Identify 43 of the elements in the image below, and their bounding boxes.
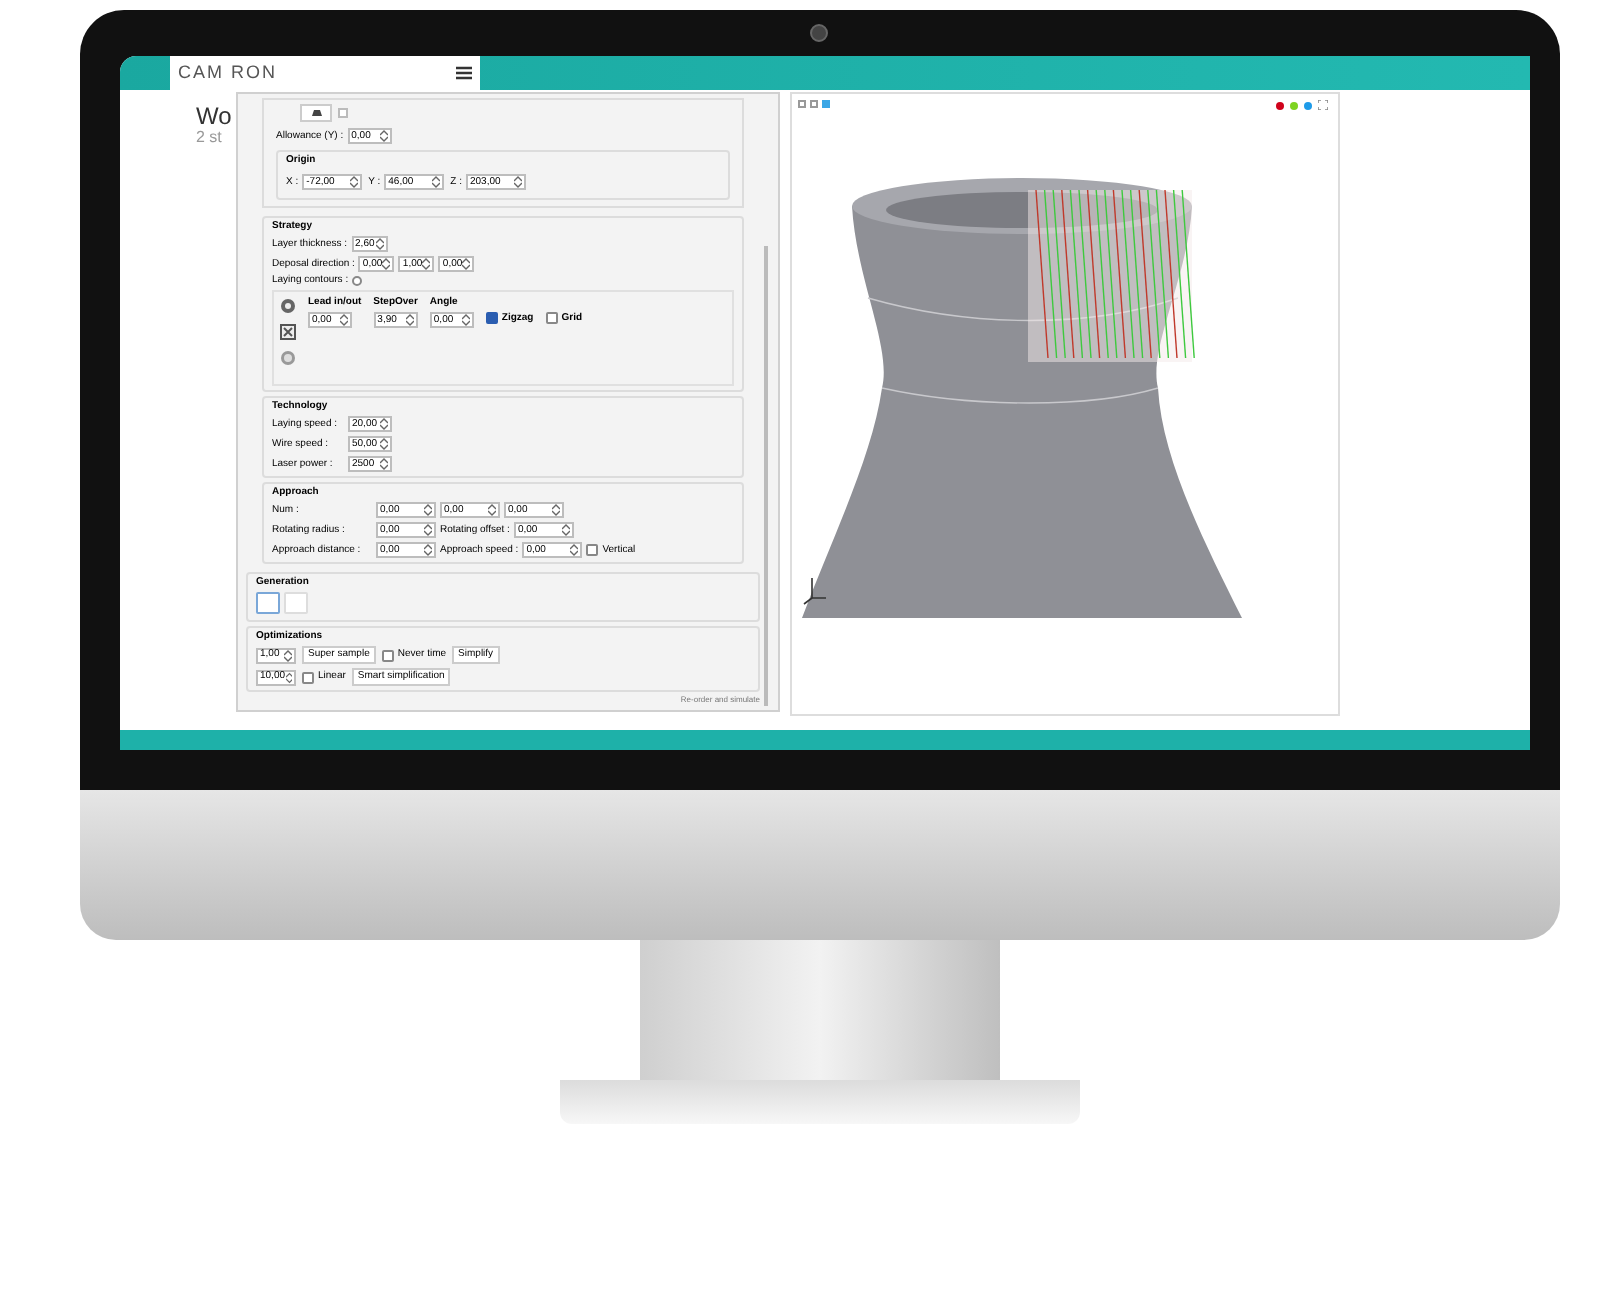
menu-icon[interactable] [456,66,472,80]
spinner-icon[interactable] [461,314,470,326]
checkbox[interactable] [545,312,558,324]
checkbox[interactable] [485,312,498,324]
view-button[interactable] [798,100,806,108]
spinner-icon[interactable] [405,314,414,326]
camera-icon [810,24,828,42]
spinner-icon[interactable] [380,418,388,430]
spinner-icon[interactable] [375,238,384,250]
spinner-icon[interactable] [488,504,496,516]
spinner-icon[interactable] [284,649,292,661]
view-button[interactable] [810,100,818,108]
spinner-icon[interactable] [552,504,560,516]
spinner-icon[interactable] [340,314,348,326]
checkbox[interactable] [586,544,599,556]
spinner-icon[interactable] [462,258,471,270]
checkbox[interactable] [302,671,314,683]
spinner-icon[interactable] [382,258,391,270]
spinner-icon[interactable] [350,176,359,188]
spinner-icon[interactable] [285,671,292,683]
fullscreen-icon[interactable] [1318,100,1328,110]
checkbox[interactable] [352,276,363,286]
spinner-icon[interactable] [424,544,432,556]
concentric-pattern-icon[interactable] [280,298,296,314]
spinner-icon[interactable] [379,130,388,142]
spiral-pattern-icon[interactable] [280,350,296,366]
spinner-icon[interactable] [422,258,431,270]
checkbox[interactable] [338,108,348,118]
nozzle-icon [309,108,323,118]
checkbox[interactable] [381,649,394,661]
spinner-icon[interactable] [570,544,579,556]
page-subtitle: 2 st [196,130,224,146]
app-logo: CAM RON [178,59,277,86]
spinner-icon[interactable] [424,524,432,536]
spinner-icon[interactable] [432,176,441,188]
spinner-icon[interactable] [561,524,570,536]
spinner-icon[interactable] [424,504,432,516]
spinner-icon[interactable] [380,438,388,450]
spinner-icon[interactable] [514,176,522,188]
page-title: Wo [196,104,234,128]
grid-pattern-icon[interactable] [280,324,296,340]
spinner-icon[interactable] [380,458,388,470]
tool-button[interactable] [300,104,332,122]
